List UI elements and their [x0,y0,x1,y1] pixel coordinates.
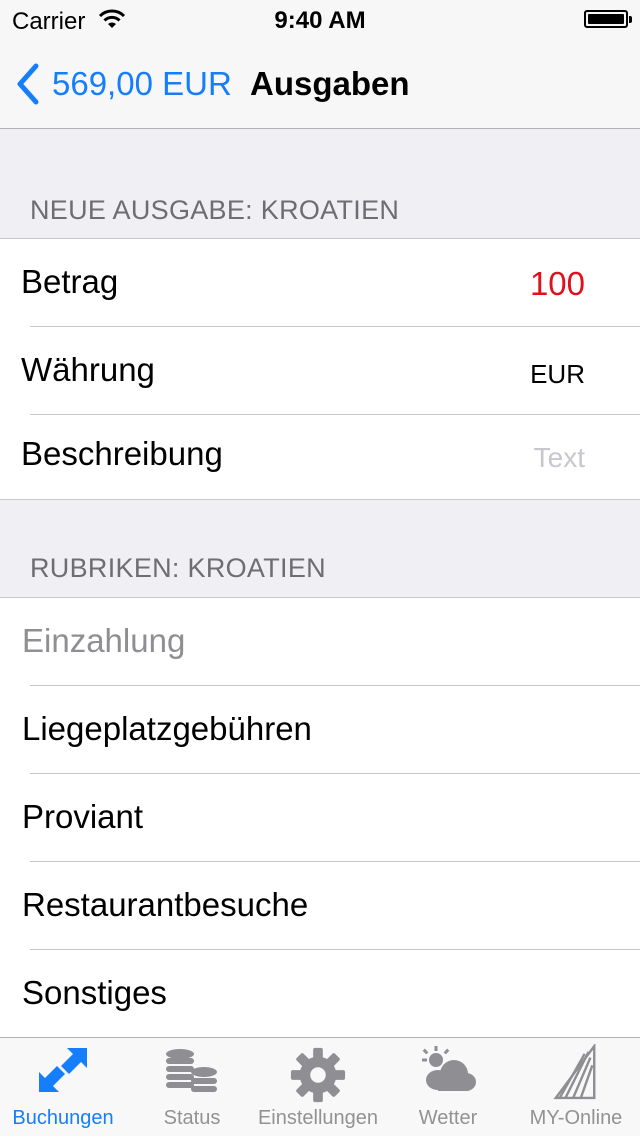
description-row[interactable]: Beschreibung Text [0,415,640,499]
tab-label: Buchungen [12,1107,114,1129]
battery-icon [584,10,632,28]
category-label: Sonstiges [22,974,167,1011]
weather-cloud-icon [422,1046,476,1091]
tab-my-online[interactable]: MY-Online [512,1038,640,1136]
tab-einstellungen[interactable]: Einstellungen [254,1038,382,1136]
category-item-restaurantbesuche[interactable]: Restaurantbesuche [0,862,640,950]
amount-row[interactable]: Betrag 100 [0,239,640,327]
category-label: Einzahlung [22,622,186,659]
page-title: Ausgaben [250,65,410,102]
tab-status[interactable]: Status [130,1038,254,1136]
currency-label: Währung [21,351,155,388]
back-button[interactable]: 569,00 EUR [14,60,232,108]
sail-icon [553,1044,596,1100]
amount-label: Betrag [21,263,119,300]
tab-label: Status [163,1107,221,1129]
category-item-einzahlung[interactable]: Einzahlung [0,598,640,686]
tab-label: Wetter [418,1107,478,1129]
tab-label: Einstellungen [257,1107,379,1129]
back-label: 569,00 EUR [52,65,232,102]
coins-stack-icon [166,1049,217,1092]
tab-label: MY-Online [529,1107,623,1129]
expense-form: Betrag 100 Währung EUR Beschreibung Text [0,238,640,500]
navigation-bar: 569,00 EUR Ausgaben [0,40,640,129]
section-header-new-expense: NEUE AUSGABE: KROATIEN [30,195,400,225]
category-label: Liegeplatzgebühren [22,710,312,747]
description-field[interactable]: Text [534,442,585,474]
gear-icon [290,1047,346,1103]
status-time: 9:40 AM [274,7,366,34]
amount-field[interactable]: 100 [530,265,585,303]
description-label: Beschreibung [21,435,223,472]
category-label: Proviant [22,798,144,835]
chevron-left-icon [17,63,39,105]
category-item-liegeplatzgebuehren[interactable]: Liegeplatzgebühren [0,686,640,774]
section-header-categories: RUBRIKEN: KROATIEN [30,553,326,583]
currency-row[interactable]: Währung EUR [0,327,640,415]
tab-wetter[interactable]: Wetter [384,1038,512,1136]
transfer-arrows-icon [39,1048,87,1092]
tab-buchungen[interactable]: Buchungen [0,1038,126,1136]
category-item-sonstiges[interactable]: Sonstiges [0,950,640,1038]
category-label: Restaurantbesuche [22,886,309,923]
currency-field[interactable]: EUR [530,359,585,390]
tab-bar: Buchungen Status Einstellungen Wetter MY… [0,1037,640,1136]
status-bar: Carrier 9:40 AM [0,0,640,40]
category-list: Einzahlung Liegeplatzgebühren Proviant R… [0,597,640,1039]
category-item-proviant[interactable]: Proviant [0,774,640,862]
